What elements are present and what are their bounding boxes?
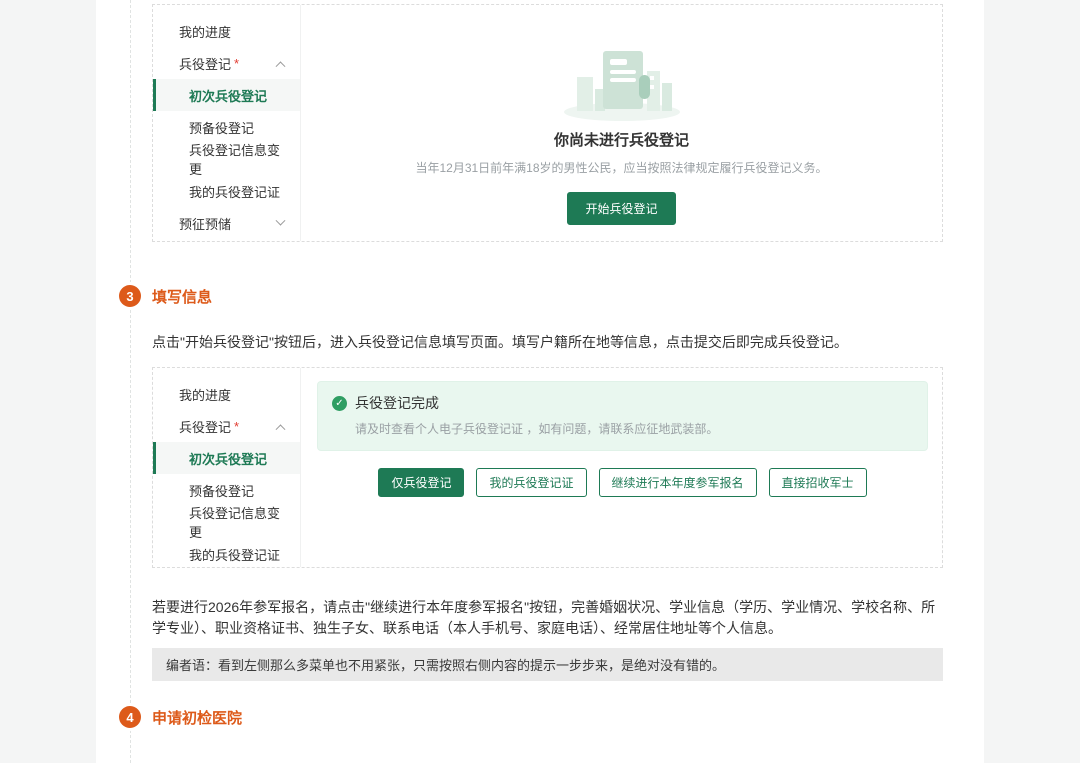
sidebar-item-label: 我的进度 [179,385,231,404]
sidebar-item-my-certificate[interactable]: 我的兵役登记证 [153,175,300,207]
step-4-title: 申请初检医院 [152,707,242,728]
step-4-heading: 4 申请初检医院 [119,706,242,728]
sidebar-item-label: 预备役登记 [189,118,254,137]
success-subtitle: 请及时查看个人电子兵役登记证 ，如有问题，请联系应征地武装部。 [355,420,913,437]
sidebar-item-my-progress[interactable]: 我的进度 [153,15,300,47]
sidebar-item-reserve-registration[interactable]: 预备役登记 [153,474,300,506]
continue-enlistment-button[interactable]: 继续进行本年度参军报名 [599,468,757,497]
step-3-heading: 3 填写信息 [119,285,212,307]
sidebar-item-label: 预备役登记 [189,481,254,500]
sidebar-menu: 我的进度 兵役登记* 初次兵役登记 预备役登记 兵役登记信息变更 我的兵役登记证 [153,368,301,567]
sidebar-item-military-registration[interactable]: 兵役登记* [153,410,300,442]
step-3-badge: 3 [119,285,141,307]
sidebar-item-label: 预征预储 [179,214,231,233]
sidebar-item-my-certificate[interactable]: 我的兵役登记证 [153,538,300,570]
completed-state-area: ✓ 兵役登记完成 请及时查看个人电子兵役登记证 ，如有问题，请联系应征地武装部。… [301,368,942,567]
check-circle-icon: ✓ [332,396,347,411]
sidebar-item-label: 兵役登记 [179,54,231,73]
my-certificate-button[interactable]: 我的兵役登记证 [476,468,586,497]
sidebar-item-label: 兵役登记信息变更 [189,140,284,178]
registration-panel-completed-state: 我的进度 兵役登记* 初次兵役登记 预备役登记 兵役登记信息变更 我的兵役登记证 [152,367,943,568]
sidebar-item-label: 初次兵役登记 [189,86,267,105]
page-content: 我的进度 兵役登记* 初次兵役登记 预备役登记 兵役登记信息变更 我的兵役登记证… [96,0,984,763]
sidebar-item-label: 初次兵役登记 [189,449,267,468]
empty-state-area: 你尚未进行兵役登记 当年12月31日前年满18岁的男性公民，应当按照法律规定履行… [301,5,942,241]
chevron-up-icon [276,424,286,434]
enlistment-instructions: 若要进行2026年参军报名，请点击"继续进行本年度参军报名"按钮，完善婚姻状况、… [152,597,943,639]
success-banner: ✓ 兵役登记完成 请及时查看个人电子兵役登记证 ，如有问题，请联系应征地武装部。 [317,381,928,451]
start-registration-button[interactable]: 开始兵役登记 [567,192,675,225]
registration-panel-empty-state: 我的进度 兵役登记* 初次兵役登记 预备役登记 兵役登记信息变更 我的兵役登记证… [152,4,943,242]
sidebar-item-reserve-registration[interactable]: 预备役登记 [153,111,300,143]
sidebar-item-label: 我的兵役登记证 [189,182,280,201]
empty-state-illustration [547,45,697,123]
sidebar-item-pre-recruitment[interactable]: 预征预储 [153,207,300,239]
success-title: 兵役登记完成 [355,393,439,413]
chevron-up-icon [276,61,286,71]
direct-nco-recruit-button[interactable]: 直接招收军士 [769,468,867,497]
step-3-description: 点击"开始兵役登记"按钮后，进入兵役登记信息填写页面。填写户籍所在地等信息，点击… [152,332,943,353]
empty-state-subtitle: 当年12月31日前年满18岁的男性公民，应当按照法律规定履行兵役登记义务。 [415,159,827,176]
only-registration-button[interactable]: 仅兵役登记 [378,468,464,497]
action-button-row: 仅兵役登记 我的兵役登记证 继续进行本年度参军报名 直接招收军士 [317,468,928,497]
empty-state-title: 你尚未进行兵役登记 [554,129,689,150]
chevron-down-icon [276,215,286,225]
required-asterisk: * [234,56,239,71]
required-asterisk: * [234,419,239,434]
sidebar-item-first-registration[interactable]: 初次兵役登记 [153,79,300,111]
sidebar-item-label: 我的进度 [179,22,231,41]
step-connector-line [130,0,131,763]
step-3-title: 填写信息 [152,286,212,307]
editor-note: 编者语：看到左侧那么多菜单也不用紧张，只需按照右侧内容的提示一步步来，是绝对没有… [152,648,943,681]
sidebar-item-label: 兵役登记信息变更 [189,503,284,541]
sidebar-menu: 我的进度 兵役登记* 初次兵役登记 预备役登记 兵役登记信息变更 我的兵役登记证… [153,5,301,241]
sidebar-item-label: 我的兵役登记证 [189,545,280,564]
sidebar-item-my-progress[interactable]: 我的进度 [153,378,300,410]
sidebar-item-info-change[interactable]: 兵役登记信息变更 [153,143,300,175]
sidebar-item-first-registration[interactable]: 初次兵役登记 [153,442,300,474]
sidebar-item-label: 兵役登记 [179,417,231,436]
sidebar-item-info-change[interactable]: 兵役登记信息变更 [153,506,300,538]
sidebar-item-military-registration[interactable]: 兵役登记* [153,47,300,79]
step-4-badge: 4 [119,706,141,728]
